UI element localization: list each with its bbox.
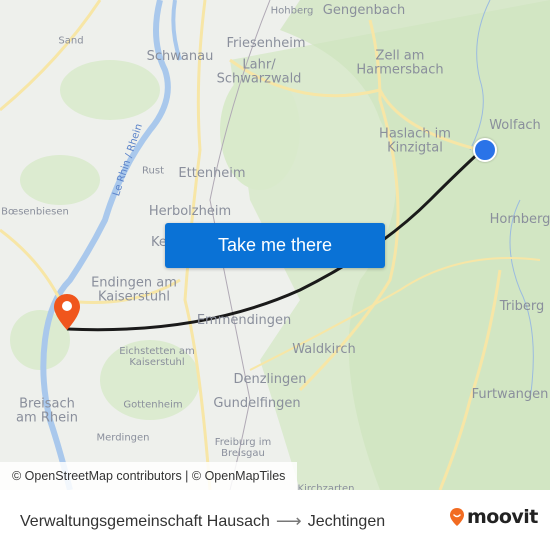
map-label-denzlingen: Denzlingen (233, 371, 307, 387)
map-label-merdingen: Merdingen (96, 432, 150, 444)
route-summary: Verwaltungsgemeinschaft Hausach ⟶ Jechti… (20, 511, 385, 532)
map-label-lahr: Lahr/ Schwarzwald (216, 57, 302, 87)
map-label-rust: Rust (142, 165, 164, 177)
map-attribution[interactable]: © OpenStreetMap contributors | © OpenMap… (0, 462, 298, 490)
map-label-haslach: Haslach im Kinzigtal (379, 126, 451, 156)
take-me-there-button[interactable]: Take me there (165, 223, 385, 268)
map-label-breisach: Breisach am Rhein (16, 396, 78, 426)
map-label-freiburg: Freiburg im Breisgau (214, 437, 272, 459)
map-label-gengenbach: Gengenbach (322, 2, 406, 18)
map-label-waldkirch: Waldkirch (292, 341, 356, 357)
map-label-boesenbiesen: Bœsenbiesen (1, 206, 69, 218)
map-label-ettenheim: Ettenheim (178, 165, 246, 181)
destination-name: Jechtingen (307, 512, 386, 530)
map-label-herbolzheim: Herbolzheim (148, 203, 232, 219)
map-label-eichstetten: Eichstetten am Kaiserstuhl (119, 346, 195, 368)
moovit-logo[interactable]: moovit (449, 506, 538, 528)
map-label-friesenheim: Friesenheim (226, 35, 306, 51)
arrow-right-icon: ⟶ (275, 511, 302, 531)
map-label-furtwangen: Furtwangen (471, 386, 549, 402)
map-label-gottenheim: Gottenheim (123, 399, 183, 411)
origin-name: Verwaltungsgemeinschaft Hausach (20, 512, 270, 530)
map-label-hornberg: Hornberg (489, 211, 550, 227)
map-label-sand: Sand (58, 35, 84, 47)
map-label-schwanau: Schwanau (146, 48, 214, 64)
moovit-pin-icon (450, 508, 464, 526)
destination-pin-icon[interactable] (52, 292, 82, 332)
map-label-wolfach: Wolfach (489, 117, 541, 133)
map-label-triberg: Triberg (499, 298, 545, 314)
map-label-emmendingen: Emmendingen (196, 312, 292, 328)
map-label-hohberg: Hohberg (270, 5, 314, 17)
map-label-endingen: Endingen am Kaiserstuhl (91, 275, 177, 305)
map-label-zell: Zell am Harmersbach (356, 48, 444, 78)
map[interactable]: Sand Schwanau Hohberg Gengenbach Friesen… (0, 0, 550, 490)
map-label-gundelfingen: Gundelfingen (213, 395, 301, 411)
origin-marker[interactable] (473, 138, 497, 162)
moovit-wordmark: moovit (467, 506, 538, 528)
